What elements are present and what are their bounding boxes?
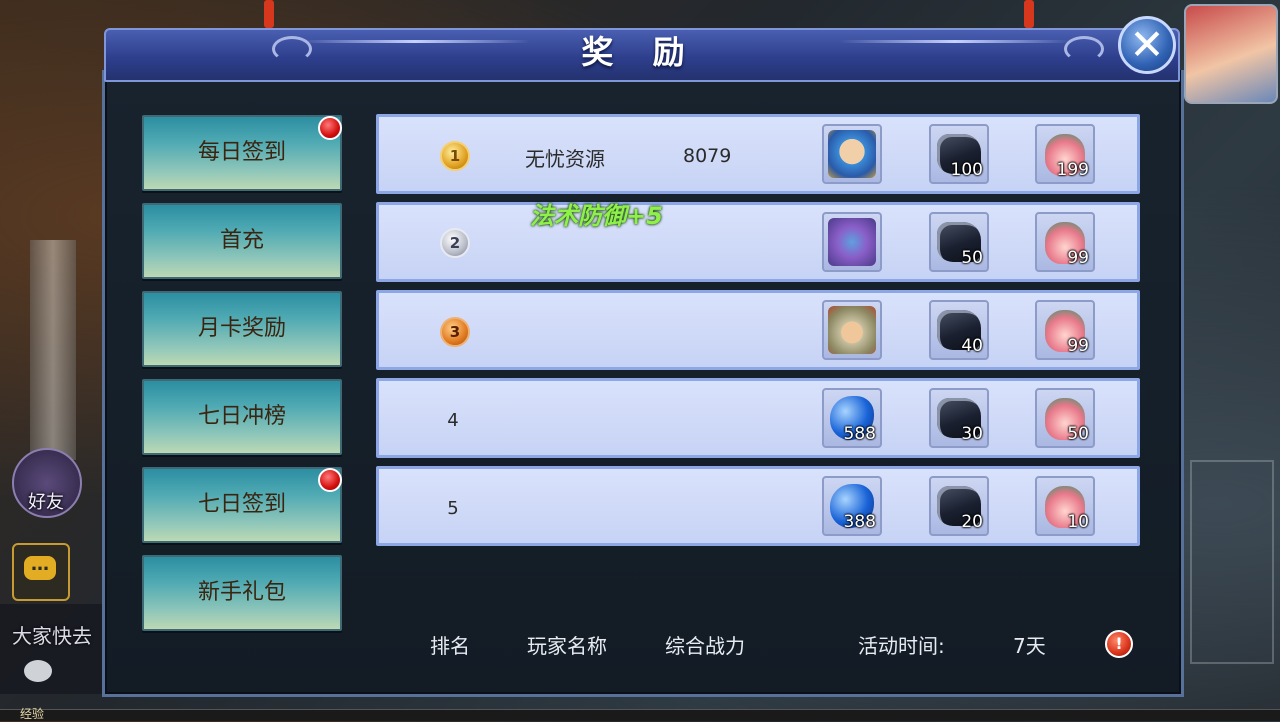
title-ornament-right bbox=[840, 40, 1070, 43]
item-count: 30 bbox=[961, 424, 983, 444]
reward-item[interactable]: 40 bbox=[929, 300, 989, 360]
background-lantern-right bbox=[1024, 0, 1034, 28]
reward-row bbox=[376, 378, 1140, 458]
background-lantern-left bbox=[264, 0, 274, 28]
chat-preview-panel[interactable] bbox=[0, 604, 104, 694]
tab-label: 七日签到 bbox=[197, 492, 286, 517]
reward-item[interactable]: 30 bbox=[929, 388, 989, 448]
title-ornament-left bbox=[300, 40, 530, 43]
background-railing bbox=[1190, 460, 1274, 664]
hero-portrait-icon bbox=[828, 130, 876, 178]
item-count: 199 bbox=[1056, 160, 1089, 180]
item-count: 40 bbox=[961, 336, 983, 356]
item-count: 10 bbox=[1067, 512, 1089, 532]
silver-medal-icon: 2 bbox=[440, 228, 470, 258]
column-header-player-name: 玩家名称 bbox=[527, 634, 607, 658]
notification-dot-icon bbox=[318, 116, 342, 140]
reward-item[interactable]: 10 bbox=[1035, 476, 1095, 536]
rank-number: 5 bbox=[447, 498, 459, 519]
reward-row bbox=[376, 202, 1140, 282]
reward-item[interactable]: 388 bbox=[822, 476, 882, 536]
reward-item[interactable]: 20 bbox=[929, 476, 989, 536]
item-count: 100 bbox=[950, 160, 983, 180]
item-count: 99 bbox=[1067, 336, 1089, 356]
experience-label: 经验 bbox=[20, 707, 45, 721]
experience-bar bbox=[0, 709, 1280, 721]
info-icon[interactable]: ! bbox=[1105, 630, 1133, 658]
tab-newbie-pack[interactable]: 新手礼包 bbox=[142, 555, 342, 631]
hero-portrait-icon bbox=[828, 218, 876, 266]
activity-time-value: 7天 bbox=[1013, 634, 1046, 658]
reward-item[interactable] bbox=[822, 300, 882, 360]
chat-bubble-icon: … bbox=[24, 556, 56, 580]
reward-item[interactable] bbox=[822, 212, 882, 272]
dialog-title: 奖 励 bbox=[581, 33, 699, 71]
reward-item[interactable]: 100 bbox=[929, 124, 989, 184]
tab-label: 首充 bbox=[219, 228, 264, 253]
notification-dot-icon bbox=[318, 468, 342, 492]
floating-buff-text: 法术防御+5 bbox=[530, 202, 663, 230]
item-count: 588 bbox=[843, 424, 876, 444]
column-header-rank: 排名 bbox=[430, 634, 470, 658]
item-count: 388 bbox=[843, 512, 876, 532]
emoji-icon[interactable] bbox=[24, 660, 52, 682]
title-curl-left-icon bbox=[272, 36, 312, 62]
tab-label: 月卡奖励 bbox=[197, 316, 286, 341]
item-count: 20 bbox=[961, 512, 983, 532]
reward-item[interactable]: 588 bbox=[822, 388, 882, 448]
player-avatar[interactable] bbox=[1184, 4, 1278, 104]
reward-item[interactable]: 199 bbox=[1035, 124, 1095, 184]
reward-item[interactable] bbox=[822, 124, 882, 184]
column-header-combat-power: 综合战力 bbox=[665, 634, 745, 658]
tab-daily-signin[interactable]: 每日签到 bbox=[142, 115, 342, 191]
reward-item[interactable]: 99 bbox=[1035, 300, 1095, 360]
reward-item[interactable]: 99 bbox=[1035, 212, 1095, 272]
item-count: 50 bbox=[961, 248, 983, 268]
friend-label: 好友 bbox=[28, 492, 64, 513]
hero-portrait-icon bbox=[828, 306, 876, 354]
reward-row bbox=[376, 290, 1140, 370]
player-name: 无忧资源 bbox=[525, 147, 605, 171]
tab-first-recharge[interactable]: 首充 bbox=[142, 203, 342, 279]
activity-time-label: 活动时间: bbox=[858, 634, 945, 658]
tab-seven-day-ranking[interactable]: 七日冲榜 bbox=[142, 379, 342, 455]
rank-number: 4 bbox=[447, 410, 459, 431]
combat-power: 8079 bbox=[683, 145, 732, 167]
close-button[interactable]: ✕ bbox=[1118, 16, 1176, 74]
tab-label: 每日签到 bbox=[197, 140, 286, 165]
close-icon: ✕ bbox=[1129, 20, 1165, 69]
bronze-medal-icon: 3 bbox=[440, 317, 470, 347]
tab-monthly-card[interactable]: 月卡奖励 bbox=[142, 291, 342, 367]
item-count: 99 bbox=[1067, 248, 1089, 268]
reward-item[interactable]: 50 bbox=[929, 212, 989, 272]
gold-medal-icon: 1 bbox=[440, 141, 470, 171]
tab-seven-day-signin[interactable]: 七日签到 bbox=[142, 467, 342, 543]
title-curl-right-icon bbox=[1064, 36, 1104, 62]
tab-label: 新手礼包 bbox=[197, 580, 286, 605]
reward-row bbox=[376, 114, 1140, 194]
item-count: 50 bbox=[1067, 424, 1089, 444]
reward-row bbox=[376, 466, 1140, 546]
tab-label: 七日冲榜 bbox=[197, 404, 286, 429]
chat-preview-text: 大家快去 bbox=[12, 624, 92, 648]
background-pillar bbox=[30, 240, 76, 460]
reward-item[interactable]: 50 bbox=[1035, 388, 1095, 448]
